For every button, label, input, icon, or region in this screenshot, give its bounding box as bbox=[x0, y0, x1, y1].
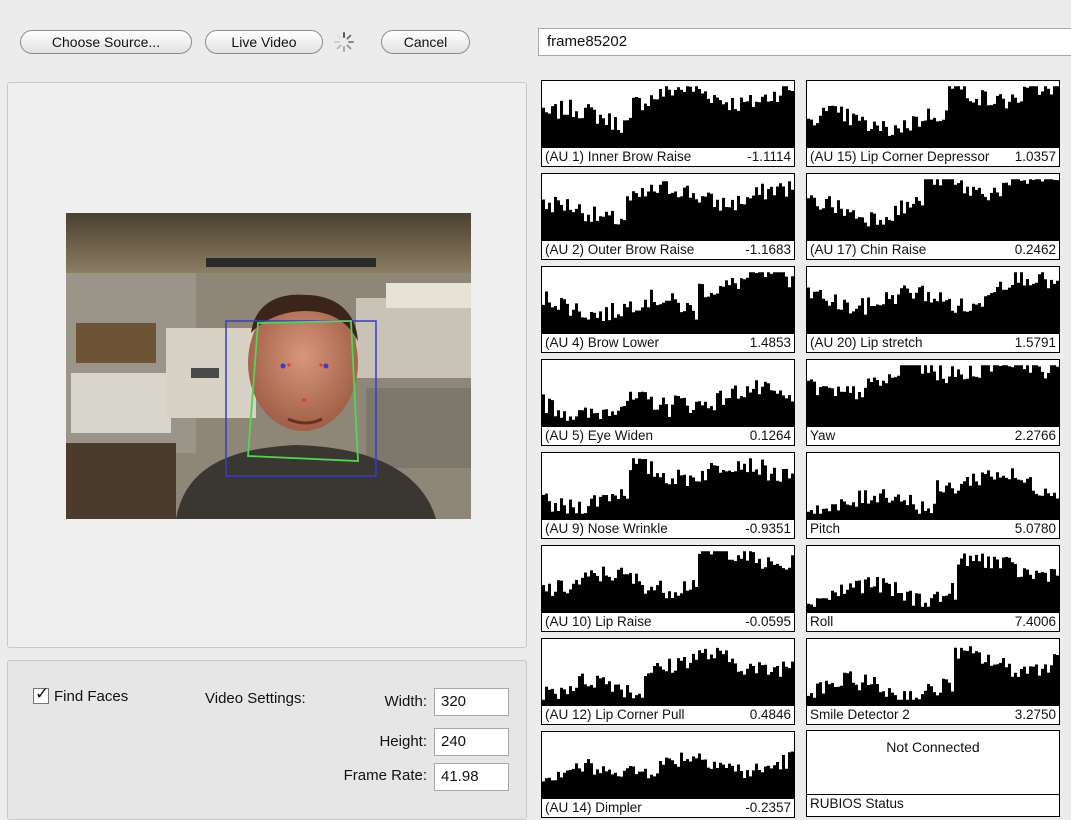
signal-trace bbox=[807, 646, 1059, 705]
au-value: -0.0595 bbox=[745, 614, 791, 629]
au-name: Yaw bbox=[810, 428, 836, 443]
au-name: (AU 1) Inner Brow Raise bbox=[545, 149, 692, 164]
au-name: (AU 4) Brow Lower bbox=[545, 335, 660, 350]
au-value: 2.2766 bbox=[1014, 428, 1056, 443]
frame-rate-label: Frame Rate: bbox=[343, 767, 427, 784]
signal-trace bbox=[542, 86, 794, 147]
choose-source-button[interactable]: Choose Source... bbox=[20, 30, 192, 54]
au-name: (AU 12) Lip Corner Pull bbox=[545, 707, 685, 722]
au-value: 3.2750 bbox=[1014, 707, 1056, 722]
au-panel: (AU 5) Eye Widen 0.1264 bbox=[541, 359, 795, 446]
au-name: Smile Detector 2 bbox=[810, 707, 910, 722]
signal-trace bbox=[542, 647, 794, 705]
au-panel: (AU 20) Lip stretch 1.5791 bbox=[806, 266, 1060, 353]
au-name: Roll bbox=[810, 614, 834, 629]
au-value: 0.1264 bbox=[749, 428, 791, 443]
au-panel: Smile Detector 2 3.2750 bbox=[806, 638, 1060, 725]
au-value: -1.1114 bbox=[747, 149, 791, 164]
au-panel: (AU 4) Brow Lower 1.4853 bbox=[541, 266, 795, 353]
au-name: (AU 20) Lip stretch bbox=[810, 335, 923, 350]
au-name: (AU 17) Chin Raise bbox=[810, 242, 927, 257]
checkmark-icon: ✓ bbox=[35, 684, 50, 703]
live-video-button[interactable]: Live Video bbox=[205, 30, 323, 54]
au-panel: (AU 17) Chin Raise 0.2462 bbox=[806, 173, 1060, 260]
signal-trace bbox=[542, 380, 794, 426]
signal-trace bbox=[807, 365, 1059, 426]
au-name: (AU 2) Outer Brow Raise bbox=[545, 242, 695, 257]
au-name: (AU 10) Lip Raise bbox=[545, 614, 652, 629]
au-value: 0.2462 bbox=[1014, 242, 1056, 257]
au-value: 1.4853 bbox=[749, 335, 791, 350]
status-panel: Not Connected RUBIOS Status bbox=[806, 730, 1060, 817]
frame-name-field[interactable]: frame85202 bbox=[538, 28, 1071, 56]
signal-trace bbox=[542, 458, 794, 519]
au-panel: Pitch 5.0780 bbox=[806, 452, 1060, 539]
height-field[interactable]: 240 bbox=[434, 728, 509, 756]
signal-trace bbox=[542, 272, 794, 333]
au-value: 7.4006 bbox=[1014, 614, 1056, 629]
signal-trace bbox=[807, 468, 1059, 519]
au-panel: (AU 15) Lip Corner Depressor 1.0357 bbox=[806, 80, 1060, 167]
signal-trace bbox=[807, 86, 1059, 147]
signal-trace bbox=[807, 553, 1059, 612]
au-value: 1.5791 bbox=[1014, 335, 1056, 350]
au-panel: (AU 2) Outer Brow Raise -1.1683 bbox=[541, 173, 795, 260]
frame-rate-field[interactable]: 41.98 bbox=[434, 763, 509, 791]
loading-spinner-icon bbox=[334, 32, 354, 52]
au-panel: (AU 1) Inner Brow Raise -1.1114 bbox=[541, 80, 795, 167]
au-name: (AU 9) Nose Wrinkle bbox=[545, 521, 668, 536]
signal-trace bbox=[542, 551, 794, 612]
status-label: RUBIOS Status bbox=[810, 796, 904, 811]
au-value: -1.1683 bbox=[745, 242, 791, 257]
find-faces-checkbox[interactable]: ✓ bbox=[33, 684, 49, 704]
au-panel: (AU 10) Lip Raise -0.0595 bbox=[541, 545, 795, 632]
width-field[interactable]: 320 bbox=[434, 688, 509, 716]
height-label: Height: bbox=[379, 733, 427, 750]
au-panel: (AU 9) Nose Wrinkle -0.9351 bbox=[541, 452, 795, 539]
status-message: Not Connected bbox=[886, 739, 980, 755]
au-value: 5.0780 bbox=[1014, 521, 1056, 536]
au-name: (AU 5) Eye Widen bbox=[545, 428, 654, 443]
signal-trace bbox=[807, 272, 1059, 333]
au-value: -0.2357 bbox=[745, 800, 791, 815]
au-panel: (AU 12) Lip Corner Pull 0.4846 bbox=[541, 638, 795, 725]
width-label: Width: bbox=[384, 693, 427, 710]
signal-trace bbox=[542, 181, 794, 240]
au-name: (AU 15) Lip Corner Depressor bbox=[810, 149, 990, 164]
au-panel: Roll 7.4006 bbox=[806, 545, 1060, 632]
au-value: -0.9351 bbox=[745, 521, 791, 536]
au-name: Pitch bbox=[810, 521, 841, 536]
au-value: 0.4846 bbox=[749, 707, 791, 722]
au-name: (AU 14) Dimpler bbox=[545, 800, 642, 815]
cancel-button[interactable]: Cancel bbox=[381, 30, 470, 54]
au-panel: (AU 14) Dimpler -0.2357 bbox=[541, 731, 795, 818]
signal-trace bbox=[807, 179, 1059, 240]
video-frame-image bbox=[66, 213, 471, 519]
find-faces-label: Find Faces bbox=[54, 688, 129, 705]
signal-trace bbox=[542, 751, 794, 798]
au-panel: Yaw 2.2766 bbox=[806, 359, 1060, 446]
au-value: 1.0357 bbox=[1014, 149, 1056, 164]
video-settings-label: Video Settings: bbox=[205, 690, 306, 707]
